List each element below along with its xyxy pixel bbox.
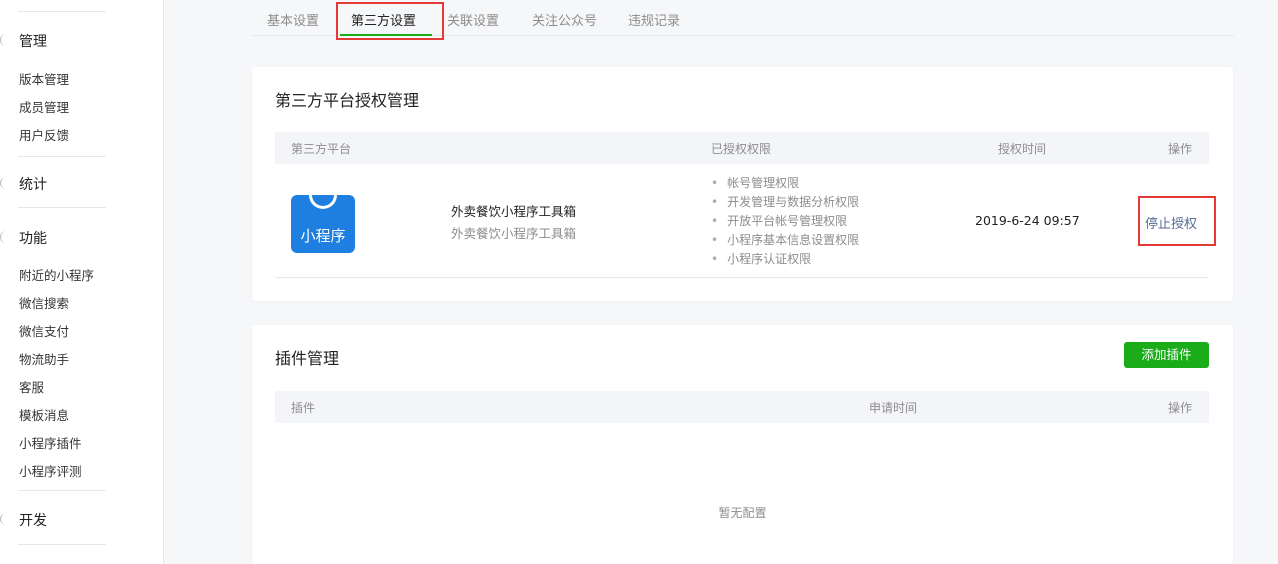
bag-handle-icon: [309, 195, 337, 209]
sidebar: 管理 版本管理 成员管理 用户反馈 统计 功能 附近的小程序 微信搜索 微信支付…: [0, 0, 164, 564]
column-header: 插件: [291, 401, 316, 415]
auth-section-title: 第三方平台授权管理: [275, 91, 420, 110]
sidebar-group-features[interactable]: 功能: [0, 226, 164, 250]
auth-time: 2019-6-24 09:57: [975, 213, 1080, 228]
sidebar-item-template[interactable]: 模板消息: [19, 405, 69, 424]
platform-subtitle: 外卖餐饮小程序工具箱: [451, 226, 577, 241]
sidebar-item-pay[interactable]: 微信支付: [19, 321, 69, 340]
column-header: 操作: [1168, 401, 1193, 415]
column-header: 授权时间: [998, 142, 1047, 156]
tab-linked[interactable]: 关联设置: [447, 10, 499, 29]
caret-icon: [0, 231, 6, 243]
sidebar-group-label: 功能: [19, 231, 47, 247]
plugin-card: 插件管理 添加插件 插件 申请时间 操作 暂无配置: [252, 325, 1233, 564]
tab-violations[interactable]: 违规记录: [628, 10, 680, 29]
caret-icon: [0, 177, 6, 189]
sidebar-item-members[interactable]: 成员管理: [19, 97, 69, 116]
highlight-box-action: [1138, 196, 1216, 246]
empty-state-text: 暂无配置: [718, 506, 767, 520]
sidebar-group-stats[interactable]: 统计: [0, 172, 164, 196]
sidebar-item-version[interactable]: 版本管理: [19, 69, 69, 88]
permission-item: 小程序基本信息设置权限: [711, 231, 859, 250]
permission-list: 帐号管理权限 开发管理与数据分析权限 开放平台帐号管理权限 小程序基本信息设置权…: [711, 174, 859, 269]
sidebar-divider: [18, 11, 106, 12]
icon-label: 小程序: [300, 227, 346, 245]
row-divider: [275, 277, 1209, 278]
sidebar-group-label: 开发: [19, 513, 47, 529]
highlight-box-tab: [336, 2, 444, 40]
permission-item: 开发管理与数据分析权限: [711, 193, 859, 212]
sidebar-item-feedback[interactable]: 用户反馈: [19, 125, 69, 144]
permission-item: 开放平台帐号管理权限: [711, 212, 859, 231]
caret-icon: [0, 34, 6, 46]
sidebar-divider: [18, 207, 106, 208]
auth-card: 第三方平台授权管理 第三方平台 已授权权限 授权时间 操作 小程序 外卖餐饮小程…: [252, 67, 1233, 301]
sidebar-item-service[interactable]: 客服: [19, 377, 44, 396]
tab-basic[interactable]: 基本设置: [267, 10, 319, 29]
column-header: 第三方平台: [291, 142, 352, 156]
sidebar-divider: [18, 156, 106, 157]
sidebar-item-review[interactable]: 小程序评测: [19, 461, 82, 480]
plugin-table-header: 插件 申请时间 操作: [275, 391, 1209, 423]
sidebar-item-search[interactable]: 微信搜索: [19, 293, 69, 312]
sidebar-item-plugins[interactable]: 小程序插件: [19, 433, 82, 452]
sidebar-divider: [18, 490, 106, 491]
mini-program-icon: 小程序: [291, 195, 355, 253]
sidebar-group-label: 统计: [19, 177, 47, 193]
permission-item: 帐号管理权限: [711, 174, 859, 193]
column-header: 已授权权限: [711, 142, 772, 156]
sidebar-group-manage[interactable]: 管理: [0, 29, 164, 53]
add-plugin-button[interactable]: 添加插件: [1124, 342, 1209, 368]
column-header: 申请时间: [869, 401, 918, 415]
column-header: 操作: [1168, 142, 1193, 156]
sidebar-item-nearby[interactable]: 附近的小程序: [19, 265, 94, 284]
tab-follow-account[interactable]: 关注公众号: [532, 10, 597, 29]
permission-item: 小程序认证权限: [711, 250, 859, 269]
auth-table-header: 第三方平台 已授权权限 授权时间 操作: [275, 132, 1209, 164]
sidebar-group-label: 管理: [19, 34, 47, 50]
sidebar-item-logistics[interactable]: 物流助手: [19, 349, 69, 368]
sidebar-group-dev[interactable]: 开发: [0, 508, 164, 532]
caret-icon: [0, 513, 6, 525]
platform-name: 外卖餐饮小程序工具箱: [451, 204, 577, 219]
plugin-section-title: 插件管理: [275, 349, 340, 368]
sidebar-divider: [18, 544, 106, 545]
